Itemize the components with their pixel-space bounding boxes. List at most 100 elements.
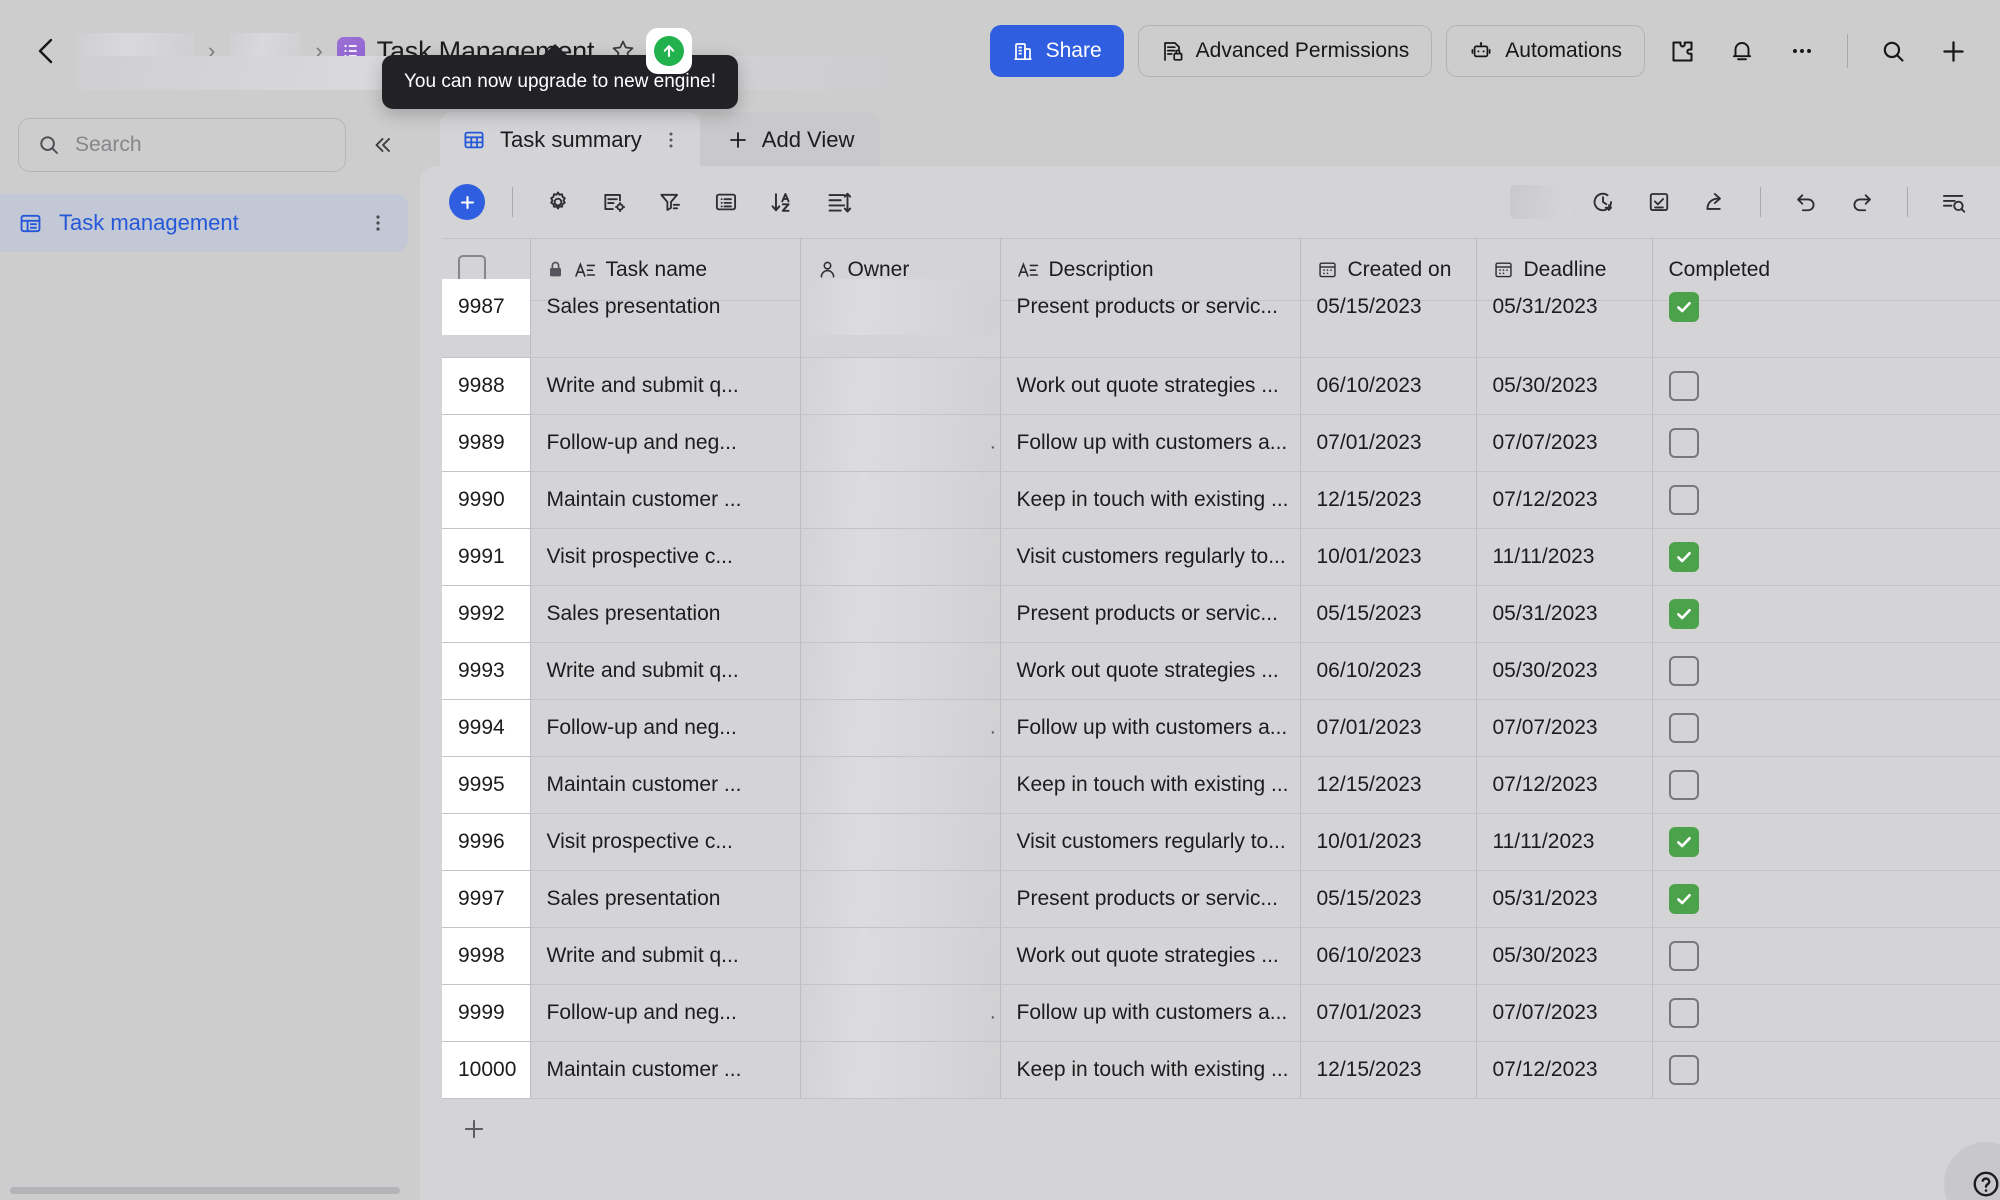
sidebar-scrollbar[interactable] <box>10 1187 400 1194</box>
owner-cell[interactable] <box>800 357 1001 415</box>
description-cell[interactable]: Visit customers regularly to... <box>1000 528 1301 586</box>
description-cell[interactable]: Keep in touch with existing ... <box>1000 471 1301 529</box>
created-on-cell[interactable]: 12/15/2023 <box>1300 1041 1477 1099</box>
task-name-cell[interactable]: Follow-up and neg... <box>530 414 801 472</box>
task-name-cell[interactable]: Write and submit q... <box>530 927 801 985</box>
description-cell[interactable]: Keep in touch with existing ... <box>1000 756 1301 814</box>
checkbox-unchecked-icon[interactable] <box>1668 941 1699 971</box>
owner-cell[interactable] <box>800 585 1001 643</box>
owner-cell[interactable] <box>800 642 1001 700</box>
add-record-row[interactable] <box>442 1099 2000 1159</box>
completed-cell[interactable] <box>1652 471 2000 529</box>
checkbox-checked-icon[interactable] <box>1668 884 1699 914</box>
table-row[interactable]: 9988 Write and submit q... Work out quote … <box>442 357 2000 415</box>
completed-cell[interactable] <box>1652 813 2000 871</box>
deadline-cell[interactable]: 05/31/2023 <box>1476 585 1653 643</box>
tab-task-summary[interactable]: Task summary <box>440 112 700 168</box>
deadline-cell[interactable]: 11/11/2023 <box>1476 813 1653 871</box>
completed-cell[interactable] <box>1652 870 2000 928</box>
checkbox-unchecked-icon[interactable] <box>1668 1055 1699 1085</box>
history-button[interactable] <box>1578 177 1628 227</box>
description-cell[interactable]: Follow up with customers a... <box>1000 699 1301 757</box>
more-options-button[interactable] <box>1779 28 1825 74</box>
task-name-cell[interactable]: Maintain customer ... <box>530 1041 801 1099</box>
owner-cell[interactable] <box>800 813 1001 871</box>
table-row[interactable]: 9989 Follow-up and neg.... Follow up with … <box>442 414 2000 472</box>
add-view-button[interactable]: Add View <box>699 112 881 168</box>
created-on-cell[interactable]: 05/15/2023 <box>1300 278 1477 336</box>
task-name-cell[interactable]: Write and submit q... <box>530 642 801 700</box>
description-cell[interactable]: Follow up with customers a... <box>1000 984 1301 1042</box>
description-cell[interactable]: Work out quote strategies ... <box>1000 927 1301 985</box>
created-on-cell[interactable]: 07/01/2023 <box>1300 414 1477 472</box>
completed-cell[interactable] <box>1652 927 2000 985</box>
task-name-cell[interactable]: Follow-up and neg... <box>530 699 801 757</box>
description-cell[interactable]: Work out quote strategies ... <box>1000 642 1301 700</box>
table-row[interactable]: 9999 Follow-up and neg.... Follow up with … <box>442 984 2000 1042</box>
extensions-button[interactable] <box>1659 28 1705 74</box>
create-new-button[interactable] <box>1930 28 1976 74</box>
owner-cell[interactable] <box>800 528 1001 586</box>
share-button[interactable]: Share <box>989 25 1124 77</box>
filter-button[interactable] <box>645 177 695 227</box>
table-row[interactable]: 9987 Sales presentation Present products o… <box>442 278 2000 336</box>
tab-menu-icon[interactable] <box>662 129 680 151</box>
sort-button[interactable] <box>757 177 807 227</box>
table-row[interactable]: 9992 Sales presentation Present products o… <box>442 585 2000 643</box>
completed-cell[interactable] <box>1652 414 2000 472</box>
task-name-cell[interactable]: Sales presentation <box>530 278 801 336</box>
checkbox-checked-icon[interactable] <box>1668 292 1699 322</box>
deadline-cell[interactable]: 05/31/2023 <box>1476 278 1653 336</box>
table-row[interactable]: 9997 Sales presentation Present products o… <box>442 870 2000 928</box>
completed-cell[interactable] <box>1652 699 2000 757</box>
description-cell[interactable]: Present products or servic... <box>1000 278 1301 336</box>
table-scroll-area[interactable]: Task name Owner Description Created on D… <box>442 238 2000 1200</box>
created-on-cell[interactable]: 06/10/2023 <box>1300 642 1477 700</box>
table-row[interactable]: 9996 Visit prospective c... Visit customer… <box>442 813 2000 871</box>
owner-cell[interactable] <box>800 278 1001 336</box>
task-name-cell[interactable]: Maintain customer ... <box>530 471 801 529</box>
undo-button[interactable] <box>1781 177 1831 227</box>
collapse-sidebar-button[interactable] <box>362 125 402 165</box>
checkbox-checked-icon[interactable] <box>1668 599 1699 629</box>
task-name-cell[interactable]: Sales presentation <box>530 585 801 643</box>
description-cell[interactable]: Present products or servic... <box>1000 585 1301 643</box>
vertical-dots-icon[interactable] <box>366 212 390 234</box>
deadline-cell[interactable]: 05/30/2023 <box>1476 927 1653 985</box>
deadline-cell[interactable]: 07/07/2023 <box>1476 699 1653 757</box>
created-on-cell[interactable]: 06/10/2023 <box>1300 927 1477 985</box>
plus-icon[interactable] <box>460 1115 488 1143</box>
table-row[interactable]: 10000 Maintain customer ... Keep in touch … <box>442 1041 2000 1099</box>
checkbox-unchecked-icon[interactable] <box>1668 428 1699 458</box>
owner-cell[interactable]: . <box>800 699 1001 757</box>
deadline-cell[interactable]: 05/30/2023 <box>1476 642 1653 700</box>
sidebar-item-task-management[interactable]: Task management <box>0 194 408 252</box>
group-button[interactable] <box>701 177 751 227</box>
view-settings-button[interactable] <box>533 177 583 227</box>
created-on-cell[interactable]: 05/15/2023 <box>1300 585 1477 643</box>
deadline-cell[interactable]: 07/12/2023 <box>1476 471 1653 529</box>
table-row[interactable]: 9990 Maintain customer ... Keep in touch w… <box>442 471 2000 529</box>
sidebar-search-box[interactable] <box>18 118 346 172</box>
redo-button[interactable] <box>1837 177 1887 227</box>
global-search-button[interactable] <box>1870 28 1916 74</box>
owner-cell[interactable] <box>800 1041 1001 1099</box>
checkbox-unchecked-icon[interactable] <box>1668 371 1699 401</box>
task-name-cell[interactable]: Visit prospective c... <box>530 813 801 871</box>
created-on-cell[interactable]: 10/01/2023 <box>1300 813 1477 871</box>
completed-cell[interactable] <box>1652 585 2000 643</box>
deadline-cell[interactable]: 11/11/2023 <box>1476 528 1653 586</box>
description-cell[interactable]: Follow up with customers a... <box>1000 414 1301 472</box>
add-record-button[interactable] <box>442 177 492 227</box>
back-button[interactable] <box>24 29 68 73</box>
completed-cell[interactable] <box>1652 357 2000 415</box>
table-row[interactable]: 9994 Follow-up and neg.... Follow up with … <box>442 699 2000 757</box>
checkbox-unchecked-icon[interactable] <box>1668 770 1699 800</box>
deadline-cell[interactable]: 07/12/2023 <box>1476 1041 1653 1099</box>
description-cell[interactable]: Present products or servic... <box>1000 870 1301 928</box>
search-input[interactable] <box>75 133 327 157</box>
owner-cell[interactable] <box>800 471 1001 529</box>
checkbox-unchecked-icon[interactable] <box>1668 998 1699 1028</box>
completed-cell[interactable] <box>1652 756 2000 814</box>
task-name-cell[interactable]: Follow-up and neg... <box>530 984 801 1042</box>
